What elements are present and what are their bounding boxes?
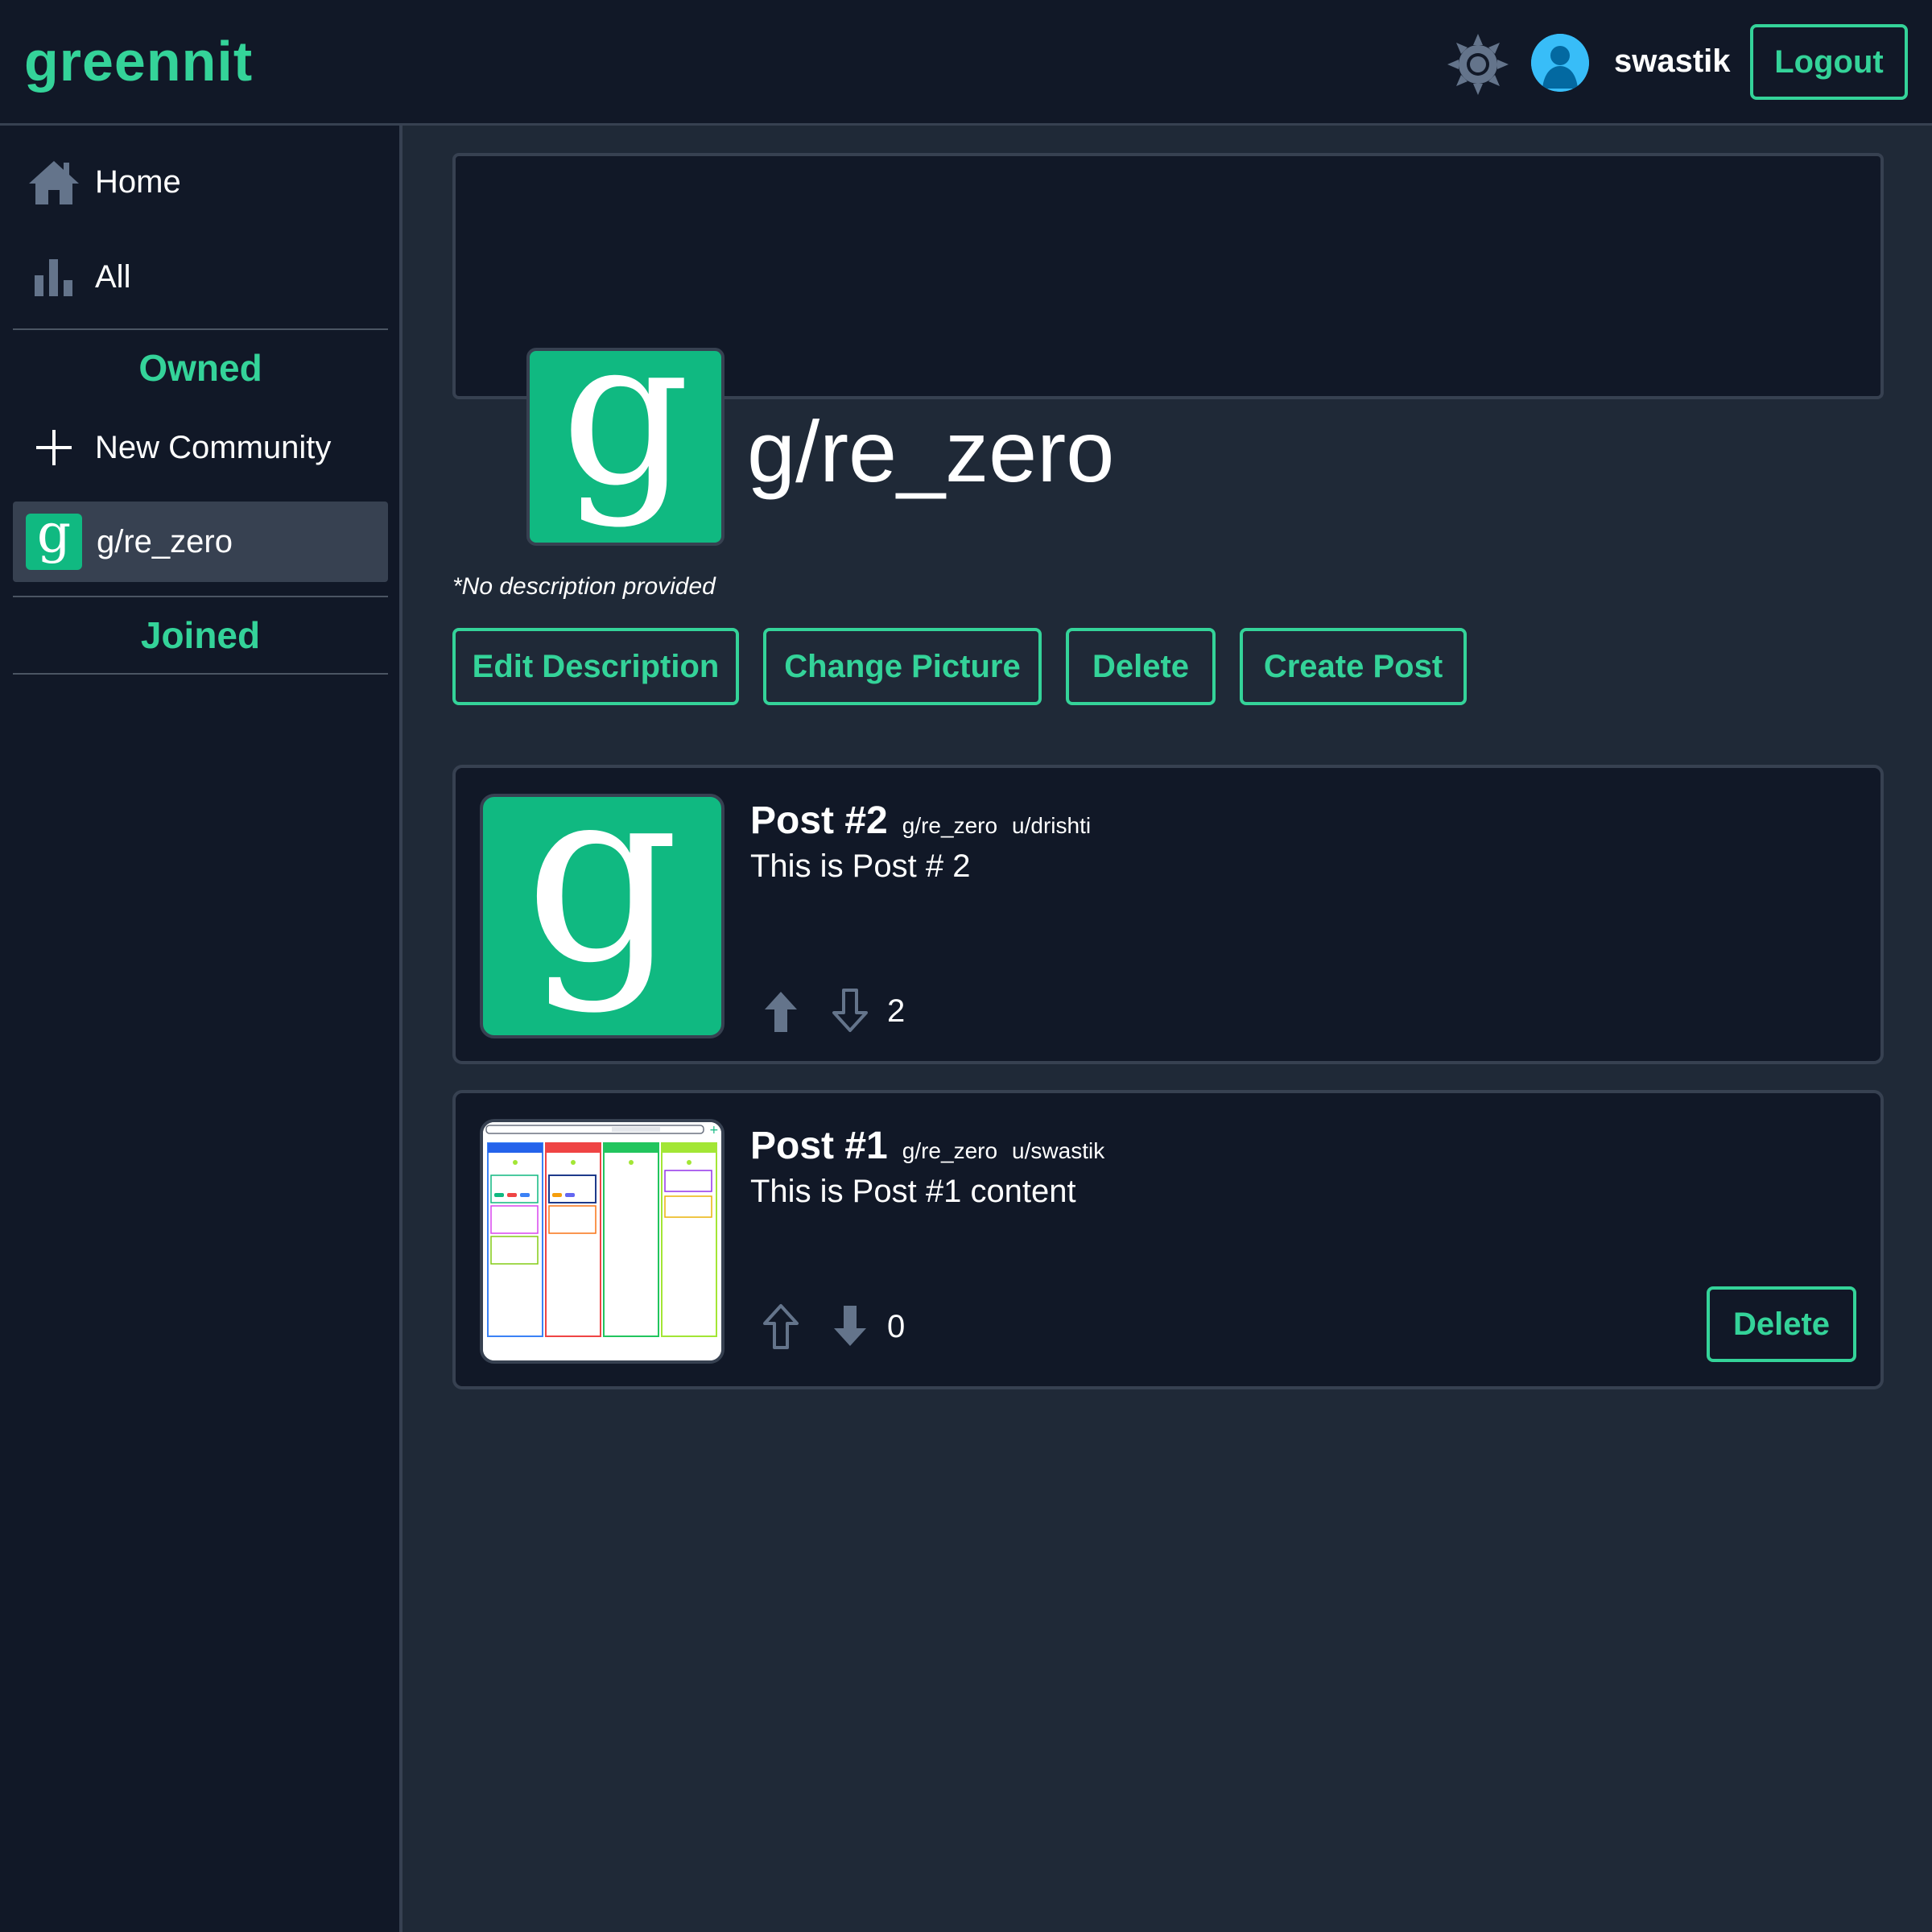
sidebar-item-all[interactable]: All bbox=[13, 237, 388, 317]
post-header: Post #1 g/re_zero u/swastik bbox=[750, 1124, 1104, 1168]
new-community-button[interactable]: New Community bbox=[13, 407, 388, 488]
bar-chart-icon bbox=[27, 250, 80, 303]
post-card[interactable]: g Post #2 g/re_zero u/drishti This is Po… bbox=[452, 765, 1884, 1064]
brand-logo[interactable]: greennit bbox=[24, 29, 253, 93]
delete-post-button[interactable]: Delete bbox=[1707, 1286, 1856, 1362]
sidebar-item-re-zero[interactable]: g g/re_zero bbox=[13, 502, 388, 582]
username[interactable]: swastik bbox=[1614, 43, 1731, 80]
svg-text:+: + bbox=[709, 1124, 719, 1137]
new-community-label: New Community bbox=[95, 429, 332, 465]
edit-description-button[interactable]: Edit Description bbox=[452, 628, 739, 705]
joined-section-title: Joined bbox=[140, 614, 261, 656]
post-title[interactable]: Post #1 bbox=[750, 1124, 888, 1168]
sidebar-item-label: g/re_zero bbox=[97, 523, 233, 559]
downvote-icon[interactable] bbox=[826, 1302, 874, 1351]
sun-icon[interactable] bbox=[1446, 32, 1510, 97]
delete-community-button[interactable]: Delete bbox=[1066, 628, 1216, 705]
post-community-link[interactable]: g/re_zero bbox=[902, 813, 997, 839]
home-icon bbox=[27, 155, 80, 208]
sidebar-divider bbox=[13, 596, 388, 597]
sidebar-item-label: Home bbox=[95, 163, 181, 200]
community-description: *No description provided bbox=[452, 573, 716, 600]
change-picture-button[interactable]: Change Picture bbox=[763, 628, 1042, 705]
post-author-link[interactable]: u/drishti bbox=[1012, 813, 1091, 839]
user-avatar-icon[interactable] bbox=[1531, 34, 1589, 92]
sidebar: Home All Owned New Community g g/re_zero… bbox=[0, 126, 402, 1932]
sidebar-divider bbox=[13, 328, 388, 330]
sidebar-divider bbox=[13, 673, 388, 675]
downvote-icon[interactable] bbox=[826, 987, 874, 1035]
post-thumbnail[interactable]: + bbox=[480, 1119, 724, 1364]
post-title[interactable]: Post #2 bbox=[750, 799, 888, 843]
post-header: Post #2 g/re_zero u/drishti bbox=[750, 799, 1091, 843]
vote-score: 0 bbox=[887, 1309, 906, 1344]
sidebar-item-label: All bbox=[95, 258, 131, 295]
community-title: g/re_zero bbox=[747, 402, 1115, 500]
upvote-icon[interactable] bbox=[757, 1302, 805, 1351]
sidebar-item-home[interactable]: Home bbox=[13, 142, 388, 222]
post-body: This is Post #1 content bbox=[750, 1174, 1076, 1209]
post-card[interactable]: + Post #1 g/re_zero u/swastik This is Po… bbox=[452, 1090, 1884, 1389]
create-post-button[interactable]: Create Post bbox=[1240, 628, 1467, 705]
owned-section-title: Owned bbox=[138, 347, 262, 389]
post-community-link[interactable]: g/re_zero bbox=[902, 1138, 997, 1164]
post-author-link[interactable]: u/swastik bbox=[1012, 1138, 1104, 1164]
post-thumbnail[interactable]: g bbox=[480, 794, 724, 1038]
logout-button[interactable]: Logout bbox=[1750, 24, 1908, 100]
post-body: This is Post # 2 bbox=[750, 848, 971, 884]
community-logo-icon: g bbox=[26, 514, 82, 570]
upvote-icon[interactable] bbox=[757, 987, 805, 1035]
vote-score: 2 bbox=[887, 993, 906, 1029]
community-logo: g bbox=[526, 348, 724, 546]
plus-icon bbox=[27, 421, 80, 474]
top-navbar: greennit swastik Logout bbox=[0, 0, 1932, 126]
